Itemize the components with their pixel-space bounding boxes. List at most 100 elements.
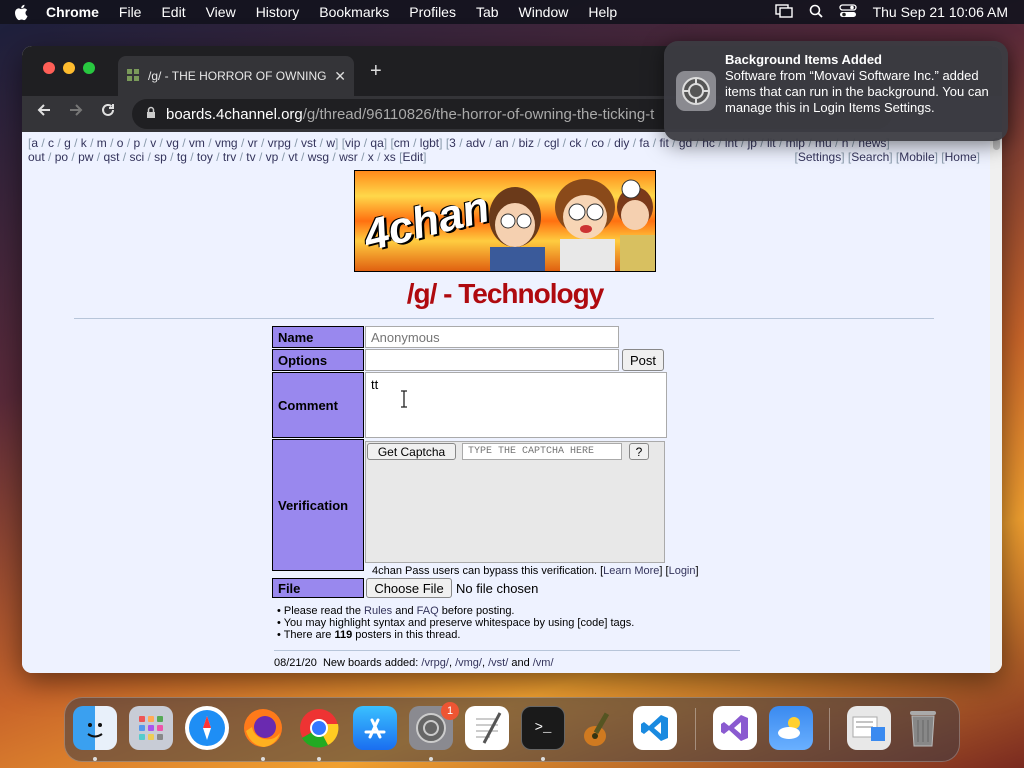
get-captcha-button[interactable]: Get Captcha [367,443,456,460]
board-link-qa[interactable]: qa [370,136,383,150]
board-link-vr[interactable]: vr [248,136,258,150]
board-link-vp[interactable]: vp [266,150,279,164]
menu-help[interactable]: Help [588,4,617,20]
board-link-sci[interactable]: sci [129,150,144,164]
control-center-icon[interactable] [838,3,857,21]
board-link-vmg[interactable]: vmg [215,136,238,150]
board-link-trv[interactable]: trv [223,150,236,164]
board-link-x[interactable]: x [368,150,374,164]
learn-more-link[interactable]: Learn More [603,565,659,577]
board-link-wsg[interactable]: wsg [308,150,329,164]
board-link-o[interactable]: o [117,136,124,150]
menu-file[interactable]: File [119,4,142,20]
safari-icon[interactable] [185,706,229,750]
board-link-v[interactable]: v [150,136,156,150]
board-link-vrpg[interactable]: vrpg [268,136,291,150]
finder-icon[interactable] [73,706,117,750]
news-board-link[interactable]: /vst/ [488,657,508,669]
menu-history[interactable]: History [256,4,300,20]
chrome-icon[interactable] [297,706,341,750]
visual-studio-icon[interactable] [713,706,757,750]
garageband-icon[interactable] [577,706,621,750]
board-link-adv[interactable]: adv [466,136,485,150]
terminal-icon[interactable]: >_ [521,706,565,750]
login-link[interactable]: Login [669,565,696,577]
board-link-wsr[interactable]: wsr [339,150,358,164]
board-link-tg[interactable]: tg [177,150,187,164]
board-link-xs[interactable]: xs [384,150,396,164]
board-link-co[interactable]: co [591,136,604,150]
captcha-input[interactable] [462,443,622,460]
trash-icon[interactable] [901,706,945,750]
board-link-tv[interactable]: tv [246,150,255,164]
board-link-3[interactable]: 3 [449,136,456,150]
board-link-ck[interactable]: ck [569,136,581,150]
board-link-vg[interactable]: vg [166,136,179,150]
weather-icon[interactable] [769,706,813,750]
back-arrow-icon[interactable] [36,102,52,123]
menu-view[interactable]: View [206,4,236,20]
tab-close-icon[interactable]: ✕ [334,68,346,85]
choose-file-button[interactable]: Choose File [366,578,452,598]
vscode-icon[interactable] [633,706,677,750]
board-link-sp[interactable]: sp [154,150,167,164]
board-link-w[interactable]: w [326,136,335,150]
board-link-cm[interactable]: cm [394,136,410,150]
board-link-c[interactable]: c [48,136,54,150]
zoom-window-button[interactable] [83,62,95,74]
nav-search-link[interactable]: Search [851,150,889,164]
edit-boards-link[interactable]: Edit [402,150,423,164]
board-link-pw[interactable]: pw [78,150,93,164]
board-link-toy[interactable]: toy [197,150,213,164]
captcha-help-button[interactable]: ? [629,443,649,460]
board-link-fa[interactable]: fa [639,136,649,150]
post-button[interactable]: Post [622,349,664,371]
preview-icon[interactable] [847,706,891,750]
board-link-k[interactable]: k [81,136,87,150]
news-board-link[interactable]: /vrpg/ [421,657,449,669]
board-link-p[interactable]: p [134,136,141,150]
comment-textarea[interactable]: tt [365,372,667,438]
board-link-a[interactable]: a [31,136,38,150]
firefox-icon[interactable] [241,706,285,750]
lock-icon[interactable] [146,106,156,123]
board-link-m[interactable]: m [97,136,107,150]
menu-bookmarks[interactable]: Bookmarks [319,4,389,20]
board-link-vip[interactable]: vip [345,136,360,150]
board-link-diy[interactable]: diy [614,136,629,150]
background-items-notification[interactable]: Background Items Added Software from “Mo… [664,41,1008,141]
board-link-g[interactable]: g [64,136,71,150]
board-link-lgbt[interactable]: lgbt [420,136,439,150]
board-link-qst[interactable]: qst [103,150,119,164]
menu-tab[interactable]: Tab [476,4,499,20]
rules-link[interactable]: Rules [364,605,392,617]
news-board-link[interactable]: /vmg/ [455,657,482,669]
minimize-window-button[interactable] [63,62,75,74]
nav-settings-link[interactable]: Settings [798,150,841,164]
page-scrollbar[interactable] [990,132,1002,673]
apple-icon[interactable] [14,4,32,21]
options-input[interactable] [365,349,619,371]
spotlight-search-icon[interactable] [809,4,823,21]
new-tab-button[interactable]: + [370,60,382,83]
launchpad-icon[interactable] [129,706,173,750]
board-link-biz[interactable]: biz [519,136,534,150]
textedit-icon[interactable] [465,706,509,750]
menubar-clock[interactable]: Thu Sep 21 10:06 AM [873,4,1008,20]
screen-mirroring-icon[interactable] [774,3,793,21]
board-link-vst[interactable]: vst [301,136,316,150]
board-link-cgl[interactable]: cgl [544,136,559,150]
close-window-button[interactable] [43,62,55,74]
board-link-an[interactable]: an [495,136,508,150]
reload-icon[interactable] [100,102,116,123]
board-link-vt[interactable]: vt [288,150,297,164]
board-link-fit[interactable]: fit [659,136,668,150]
menu-chrome[interactable]: Chrome [46,4,99,20]
board-link-out[interactable]: out [28,150,45,164]
faq-link[interactable]: FAQ [417,605,439,617]
tab-active[interactable]: /g/ - THE HORROR OF OWNING ✕ [118,56,354,96]
app-store-icon[interactable] [353,706,397,750]
menu-window[interactable]: Window [519,4,569,20]
menu-profiles[interactable]: Profiles [409,4,456,20]
board-link-po[interactable]: po [55,150,68,164]
